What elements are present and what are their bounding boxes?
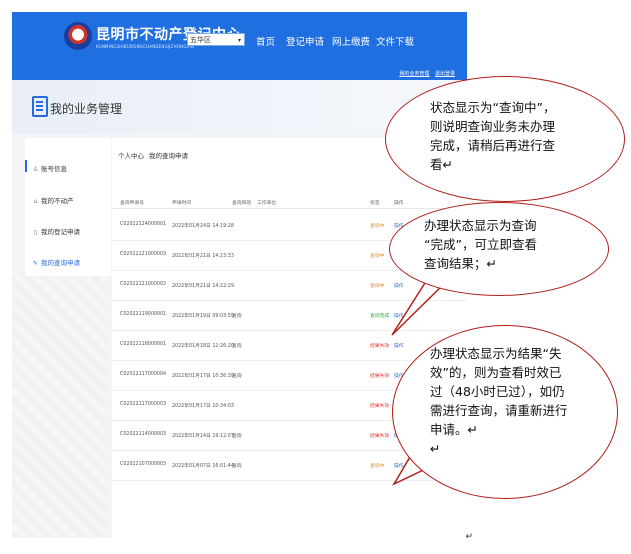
callout-querying-text: 状态显示为“查询中”， 则说明查询业务未办理 完成，请稍后再进行查 看↵ <box>430 98 555 174</box>
callout-line: “完成”，可立即查看 <box>424 237 537 252</box>
callout-line: 需进行查询，请重新进行 <box>430 403 568 418</box>
callout-done-text: 办理状态显示为查询 “完成”，可立即查看 查询结果；↵ <box>424 216 537 273</box>
callout-line: 则说明查询业务未办理 <box>430 119 556 134</box>
callout-line: ↵ <box>430 441 441 456</box>
callout-line: 查询结果；↵ <box>424 256 497 271</box>
callout-line: 办理状态显示为结果“失 <box>430 346 562 361</box>
callout-line: 状态显示为“查询中”， <box>430 100 556 115</box>
callout-line: 申请。↵ <box>430 422 478 437</box>
callout-expired-text: 办理状态显示为结果“失 效”的，则为查看时效已 过（48小时已过），如仍 需进行… <box>430 344 568 458</box>
callout-line: 办理状态显示为查询 <box>424 218 537 233</box>
paragraph-mark: ↵ <box>465 532 473 542</box>
callout-line: 完成，请稍后再进行查 <box>430 138 556 153</box>
callout-line: 过（48小时已过），如仍 <box>430 384 565 399</box>
callout-line: 效”的，则为查看时效已 <box>430 365 562 380</box>
callout-line: 看↵ <box>430 157 453 172</box>
